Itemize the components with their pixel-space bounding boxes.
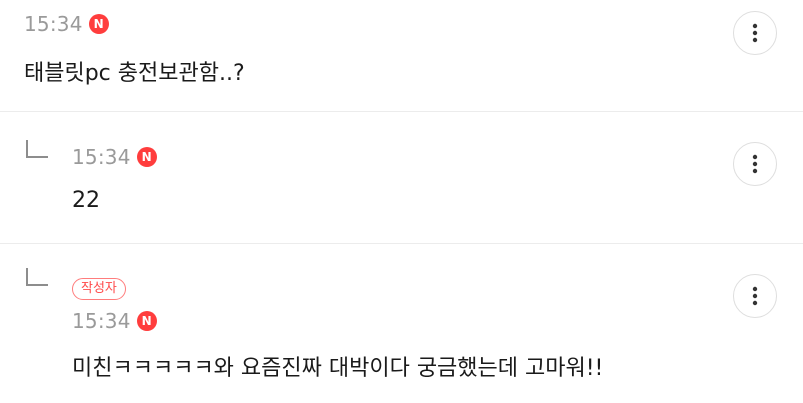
comment-list: 15:34 N 태블릿pc 충전보관함..? 15:34 N 22 작성자 15… <box>0 0 803 403</box>
reply-arrow-icon <box>26 140 48 158</box>
comment-time: 15:34 <box>72 145 131 169</box>
new-badge: N <box>88 14 109 34</box>
more-vertical-icon <box>752 23 758 43</box>
comment-text: 태블릿pc 충전보관함..? <box>24 61 245 86</box>
more-options-button[interactable] <box>733 274 777 318</box>
comment-meta: 15:34 N <box>72 309 157 333</box>
comment-time: 15:34 <box>72 309 131 333</box>
reply-comment-item: 작성자 15:34 N 미친ㅋㅋㅋㅋㅋ와 요즘진짜 대박이다 궁금했는데 고마워… <box>0 244 803 403</box>
comment-meta: 15:34 N <box>72 145 157 169</box>
comment-text: 미친ㅋㅋㅋㅋㅋ와 요즘진짜 대박이다 궁금했는데 고마워!! <box>72 356 604 381</box>
comment-text: 22 <box>72 188 100 213</box>
reply-arrow-icon <box>26 268 48 286</box>
comment-item: 15:34 N 태블릿pc 충전보관함..? <box>0 0 803 111</box>
new-badge: N <box>136 311 157 331</box>
author-badge: 작성자 <box>72 278 126 300</box>
more-vertical-icon <box>752 286 758 306</box>
reply-comment-item: 15:34 N 22 <box>0 112 803 243</box>
new-badge: N <box>136 147 157 167</box>
comment-meta: 15:34 N <box>24 12 109 36</box>
comment-time: 15:34 <box>24 12 83 36</box>
more-options-button[interactable] <box>733 11 777 55</box>
more-options-button[interactable] <box>733 142 777 186</box>
more-vertical-icon <box>752 154 758 174</box>
